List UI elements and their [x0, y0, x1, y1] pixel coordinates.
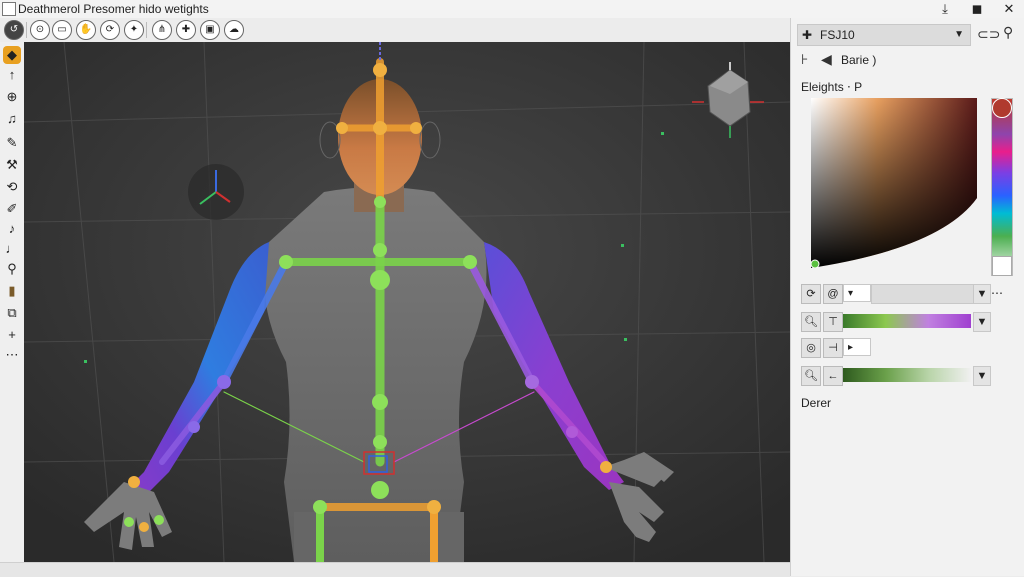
- magnify-icon[interactable]: 🔍︎: [801, 366, 821, 386]
- bone-label: Barie ): [841, 53, 877, 67]
- chevron-down-icon: ▼: [954, 29, 964, 40]
- hue-handle-top[interactable]: [992, 98, 1012, 118]
- status-bar: [0, 562, 790, 577]
- plus-icon[interactable]: +: [3, 326, 21, 344]
- toolbar-divider: [146, 22, 147, 38]
- ellipsis-icon[interactable]: ⋯: [991, 286, 1003, 300]
- arrow-up-icon[interactable]: ↑: [3, 66, 21, 84]
- brush-icon[interactable]: ⟳: [801, 284, 821, 304]
- arrow-icon[interactable]: ◀: [821, 51, 832, 68]
- plus-icon: ✚: [802, 28, 813, 42]
- eye-row: ◎ ⊣ ▸: [801, 338, 1015, 360]
- properties-panel: ✚ FSJ10 ▼ ⊂⊃ ⚲ ⊦ ◀ Barie ) Eleights ⋅ P …: [790, 18, 1024, 576]
- folder-icon[interactable]: ▭: [52, 20, 72, 40]
- falloff-gradient[interactable]: [843, 368, 971, 382]
- eye-field[interactable]: ▸: [843, 338, 871, 356]
- bone-icon[interactable]: ⚒: [3, 156, 21, 174]
- brush-icon[interactable]: ✐: [3, 200, 21, 218]
- hand-icon[interactable]: ✋: [76, 20, 96, 40]
- cloud-icon[interactable]: ☁: [224, 20, 244, 40]
- falloff-row: 🔍︎ ← ▼: [801, 366, 1015, 388]
- arrow-icon[interactable]: ←: [823, 366, 843, 386]
- bone-row: ⊦ ◀ Barie ): [797, 50, 1017, 70]
- chevron-down-icon[interactable]: ▼: [973, 312, 991, 332]
- preset-value: FSJ10: [820, 28, 855, 42]
- refresh-icon[interactable]: ⟳: [100, 20, 120, 40]
- pin-icon[interactable]: ✦: [124, 20, 144, 40]
- move-icon[interactable]: ◆: [3, 46, 21, 64]
- eye-icon[interactable]: ◎: [801, 338, 821, 358]
- ellipsis-icon[interactable]: ⋯: [3, 346, 21, 364]
- music-icon[interactable]: ♫: [3, 110, 21, 128]
- preset-dropdown[interactable]: ✚ FSJ10 ▼: [797, 24, 971, 46]
- mode-field[interactable]: ▾: [843, 284, 871, 302]
- color-picker[interactable]: [811, 98, 977, 268]
- paint-icon[interactable]: ✎: [3, 134, 21, 152]
- bone-icon[interactable]: ⊣: [823, 338, 843, 358]
- layers-icon[interactable]: ⧉: [3, 304, 21, 322]
- tag-icon[interactable]: ♩: [3, 240, 21, 258]
- left-tool-rail: ◆ ↑ ⊕ ♫ ✎ ⚒ ⟲ ✐ ♪ ♩ ⚲ ▮ ⧉ + ⋯: [0, 42, 24, 562]
- swirl-icon[interactable]: @: [823, 284, 843, 304]
- strength-gradient[interactable]: [843, 314, 971, 328]
- toolbar: ↺ ⊙ ▭ ✋ ⟳ ✦ ⋔ ✚ ▣ ☁: [0, 18, 790, 42]
- minimize-icon[interactable]: ⤓: [934, 1, 956, 17]
- rotate-icon[interactable]: ⟲: [3, 178, 21, 196]
- document-icon: [2, 2, 16, 16]
- camera-icon[interactable]: ▣: [200, 20, 220, 40]
- toolbar-divider: [26, 22, 27, 38]
- redo-icon[interactable]: ⊙: [30, 20, 50, 40]
- weight-strength-row: 🔍︎ ⊤ ▼: [801, 312, 1015, 334]
- 3d-viewport[interactable]: [24, 42, 790, 562]
- viewport-scene: [24, 42, 790, 562]
- camera-icon[interactable]: ✚: [176, 20, 196, 40]
- pin-icon[interactable]: ⊦: [801, 51, 808, 68]
- search-icon[interactable]: ⚲: [1003, 24, 1013, 41]
- close-icon[interactable]: ✕: [998, 1, 1020, 17]
- window-title: Deathmerol Presomer hido wetights: [18, 2, 209, 16]
- pin-tool-icon[interactable]: ⚲: [3, 260, 21, 278]
- globe-icon[interactable]: ⊕: [3, 88, 21, 106]
- hue-slider[interactable]: [991, 98, 1013, 276]
- knife-icon[interactable]: ♪: [3, 220, 21, 238]
- hue-handle-bottom[interactable]: [992, 256, 1012, 276]
- magnify-icon[interactable]: 🔍︎: [801, 312, 821, 332]
- brush-mode-row: ⟳ @ ▾ ▼: [801, 284, 1015, 306]
- mode-select[interactable]: [871, 284, 977, 304]
- title-bar: Deathmerol Presomer hido wetights ⤓ ◼ ✕: [0, 0, 1024, 18]
- chevron-down-icon[interactable]: ▼: [973, 284, 991, 304]
- undo-icon[interactable]: ↺: [4, 20, 24, 40]
- pin-icon[interactable]: ⊤: [823, 312, 843, 332]
- footer-label: Derer: [801, 396, 832, 410]
- chevron-down-icon[interactable]: ▼: [973, 366, 991, 386]
- weights-section-title: Eleights ⋅ P: [801, 80, 863, 94]
- flag-icon[interactable]: ▮: [3, 282, 21, 300]
- maximize-icon[interactable]: ◼: [966, 1, 988, 17]
- link-icon[interactable]: ⊂⊃: [977, 26, 1000, 43]
- joint-icon[interactable]: ⋔: [152, 20, 172, 40]
